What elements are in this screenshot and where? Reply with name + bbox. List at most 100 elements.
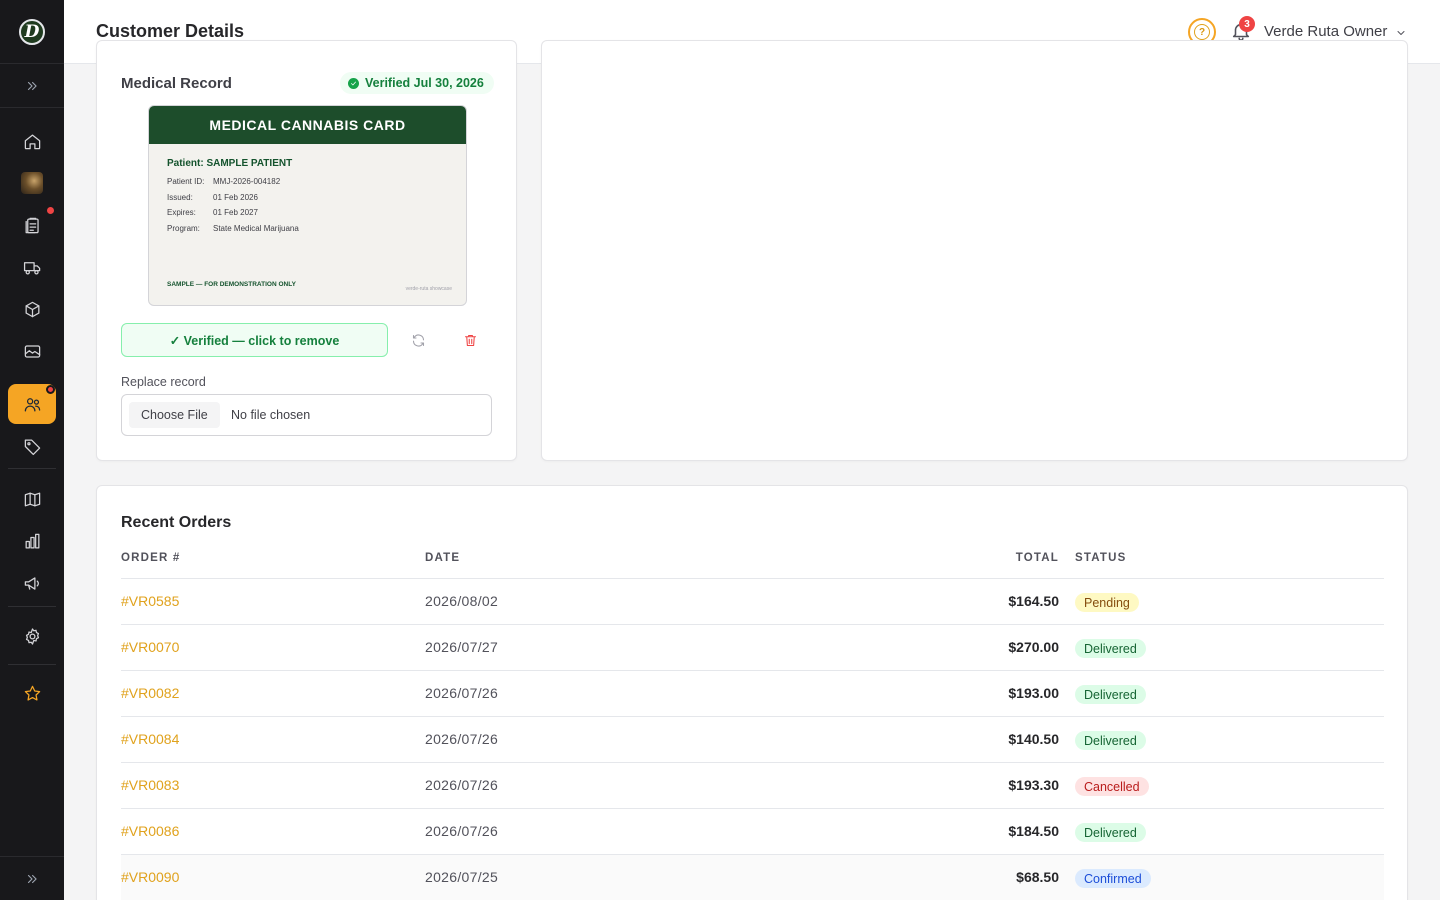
megaphone-icon (24, 576, 39, 590)
check-circle-icon (348, 77, 359, 89)
order-link[interactable]: #VR0084 (121, 731, 179, 747)
sidebar-item-orders[interactable] (8, 205, 56, 245)
table-row[interactable]: #VR0090 2026/07/25 $68.50 Confirmed (121, 854, 1384, 900)
sidebar-item-profile[interactable] (8, 163, 56, 203)
sidebar-item-home[interactable] (8, 121, 56, 161)
card-row-value: 01 Feb 2027 (213, 208, 258, 218)
card-row: Program: State Medical Marijuana (167, 224, 299, 240)
order-date: 2026/07/27 (425, 639, 499, 655)
order-link[interactable]: #VR0090 (121, 869, 179, 885)
table-row[interactable]: #VR0083 2026/07/26 $193.30 Cancelled (121, 762, 1384, 808)
sidebar-item-marketing[interactable] (8, 563, 56, 603)
notification-dot (47, 207, 54, 214)
user-menu-toggle[interactable] (1395, 26, 1407, 38)
sidebar-item-products[interactable] (8, 289, 56, 329)
status-badge: Pending (1075, 593, 1139, 612)
order-link[interactable]: #VR0585 (121, 593, 179, 609)
users-icon (24, 397, 40, 411)
sidebar-divider (8, 606, 56, 607)
clipboard-icon (25, 217, 39, 233)
order-link[interactable]: #VR0082 (121, 685, 179, 701)
sidebar-item-favorites[interactable] (8, 673, 56, 713)
help-icon: ? (1194, 24, 1210, 40)
expand-sidebar-button[interactable] (0, 64, 64, 108)
order-link[interactable]: #VR0083 (121, 777, 179, 793)
table-row[interactable]: #VR0082 2026/07/26 $193.00 Delivered (121, 670, 1384, 716)
collapse-sidebar-button[interactable] (0, 856, 64, 900)
chevrons-right-icon (27, 874, 37, 883)
table-row[interactable]: #VR0084 2026/07/26 $140.50 Delivered (121, 716, 1384, 762)
replace-record-file-input[interactable]: Choose File No file chosen (121, 394, 492, 436)
card-details: Patient: SAMPLE PATIENT Patient ID: MMJ-2… (167, 158, 299, 239)
sidebar-item-map[interactable] (8, 479, 56, 519)
card-row-value: 01 Feb 2026 (213, 192, 258, 202)
order-link[interactable]: #VR0070 (121, 639, 179, 655)
sidebar-item-settings[interactable] (8, 616, 56, 656)
order-date: 2026/07/26 (425, 685, 499, 701)
column-header-total[interactable]: TOTAL (997, 552, 1059, 564)
gear-icon (25, 627, 39, 645)
trash-icon (464, 334, 476, 346)
order-total: $164.50 (1008, 593, 1059, 609)
column-header-status[interactable]: STATUS (1075, 552, 1127, 564)
order-date: 2026/08/02 (425, 593, 499, 609)
sidebar: D (0, 0, 64, 900)
replace-record-label: Replace record (121, 375, 206, 389)
order-date: 2026/07/26 (425, 777, 499, 793)
status-badge: Delivered (1075, 685, 1146, 704)
sidebar-item-customers[interactable] (8, 384, 56, 424)
refresh-icon (412, 333, 424, 347)
medical-record-title: Medical Record (121, 75, 232, 92)
verified-toggle-button[interactable]: ✓ Verified — click to remove (121, 323, 388, 357)
card-row-value: MMJ-2026-004182 (213, 177, 281, 186)
table-row[interactable]: #VR0070 2026/07/27 $270.00 Delivered (121, 624, 1384, 670)
card-watermark: verde-ruta showcase (405, 286, 452, 292)
status-badge: Delivered (1075, 823, 1146, 842)
status-badge: Confirmed (1075, 869, 1151, 888)
sidebar-item-analytics[interactable] (8, 521, 56, 561)
table-row[interactable]: #VR0086 2026/07/26 $184.50 Delivered (121, 808, 1384, 854)
sidebar-divider (8, 468, 56, 469)
order-total: $68.50 (1016, 869, 1059, 885)
order-link[interactable]: #VR0086 (121, 823, 179, 839)
choose-file-button[interactable]: Choose File (129, 402, 220, 428)
recent-orders-title: Recent Orders (121, 514, 232, 531)
medical-card-image[interactable]: MEDICAL CANNABIS CARD Patient: SAMPLE PA… (148, 105, 467, 306)
file-status: No file chosen (231, 408, 311, 422)
truck-icon (23, 261, 40, 274)
card-heading: MEDICAL CANNABIS CARD (149, 106, 466, 144)
refresh-button[interactable] (408, 330, 428, 350)
app-logo[interactable]: D (0, 0, 64, 64)
bar-chart-icon (25, 533, 39, 548)
order-total: $270.00 (1008, 639, 1059, 655)
chevron-down-icon (1397, 31, 1405, 35)
card-row: Issued: 01 Feb 2026 (167, 193, 299, 209)
sidebar-item-media[interactable] (8, 331, 56, 371)
notification-dot (46, 385, 55, 394)
box-icon (25, 301, 39, 317)
user-menu-name[interactable]: Verde Ruta Owner (1264, 23, 1387, 40)
card-row-value: State Medical Marijuana (213, 223, 299, 233)
map-icon (24, 492, 40, 506)
status-badge: Delivered (1075, 639, 1146, 658)
sidebar-divider (8, 664, 56, 665)
order-date: 2026/07/25 (425, 869, 499, 885)
page-title: Customer Details (96, 21, 245, 41)
verified-badge: Verified Jul 30, 2026 (340, 72, 494, 94)
card-patient: Patient: SAMPLE PATIENT (167, 158, 293, 169)
column-header-order[interactable]: ORDER # (121, 552, 181, 564)
tag-icon (24, 439, 40, 455)
notification-count-badge: 3 (1239, 16, 1255, 32)
medical-record-card: Medical Record Verified Jul 30, 2026 MED… (96, 40, 517, 461)
table-row[interactable]: #VR0585 2026/08/02 $164.50 Pending (121, 578, 1384, 624)
recent-orders-card: Recent Orders ORDER # DATE TOTAL STATUS … (96, 485, 1408, 900)
column-header-date[interactable]: DATE (425, 552, 460, 564)
card-row-label: Program: (167, 223, 200, 233)
sidebar-item-delivery[interactable] (8, 247, 56, 287)
sidebar-item-promotions[interactable] (8, 426, 56, 466)
order-total: $184.50 (1008, 823, 1059, 839)
image-icon (24, 344, 40, 358)
order-total: $193.00 (1008, 685, 1059, 701)
card-row-label: Expires: (167, 208, 196, 218)
delete-record-button[interactable] (460, 330, 480, 350)
